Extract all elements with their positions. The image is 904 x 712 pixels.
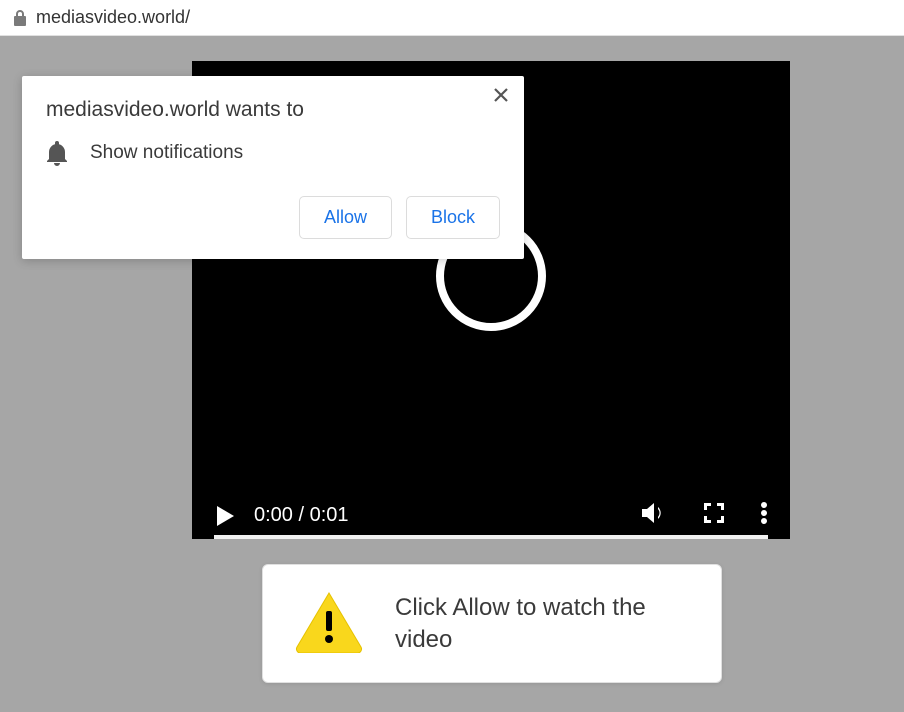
page-body: 0:00 / 0:01 Click Allow to (0, 36, 904, 712)
hint-text: Click Allow to watch the video (395, 592, 691, 654)
notification-permission-popup: mediasvideo.world wants to Show notifica… (22, 76, 524, 259)
fullscreen-icon[interactable] (702, 501, 726, 530)
close-icon[interactable] (492, 86, 510, 109)
play-icon[interactable] (214, 504, 236, 528)
hint-card: Click Allow to watch the video (262, 564, 722, 683)
warning-icon (293, 589, 365, 658)
volume-icon[interactable] (640, 500, 668, 531)
block-button[interactable]: Block (406, 196, 500, 239)
allow-button[interactable]: Allow (299, 196, 392, 239)
popup-title: mediasvideo.world wants to (46, 98, 500, 122)
video-controls: 0:00 / 0:01 (192, 486, 790, 539)
lock-icon (12, 9, 28, 27)
video-progress-bar[interactable] (214, 535, 768, 539)
permission-label: Show notifications (90, 142, 243, 164)
bell-icon (46, 140, 68, 166)
video-time-display: 0:00 / 0:01 (254, 504, 622, 527)
more-icon[interactable] (760, 501, 768, 530)
address-bar: mediasvideo.world/ (0, 0, 904, 36)
url-text[interactable]: mediasvideo.world/ (36, 7, 190, 28)
